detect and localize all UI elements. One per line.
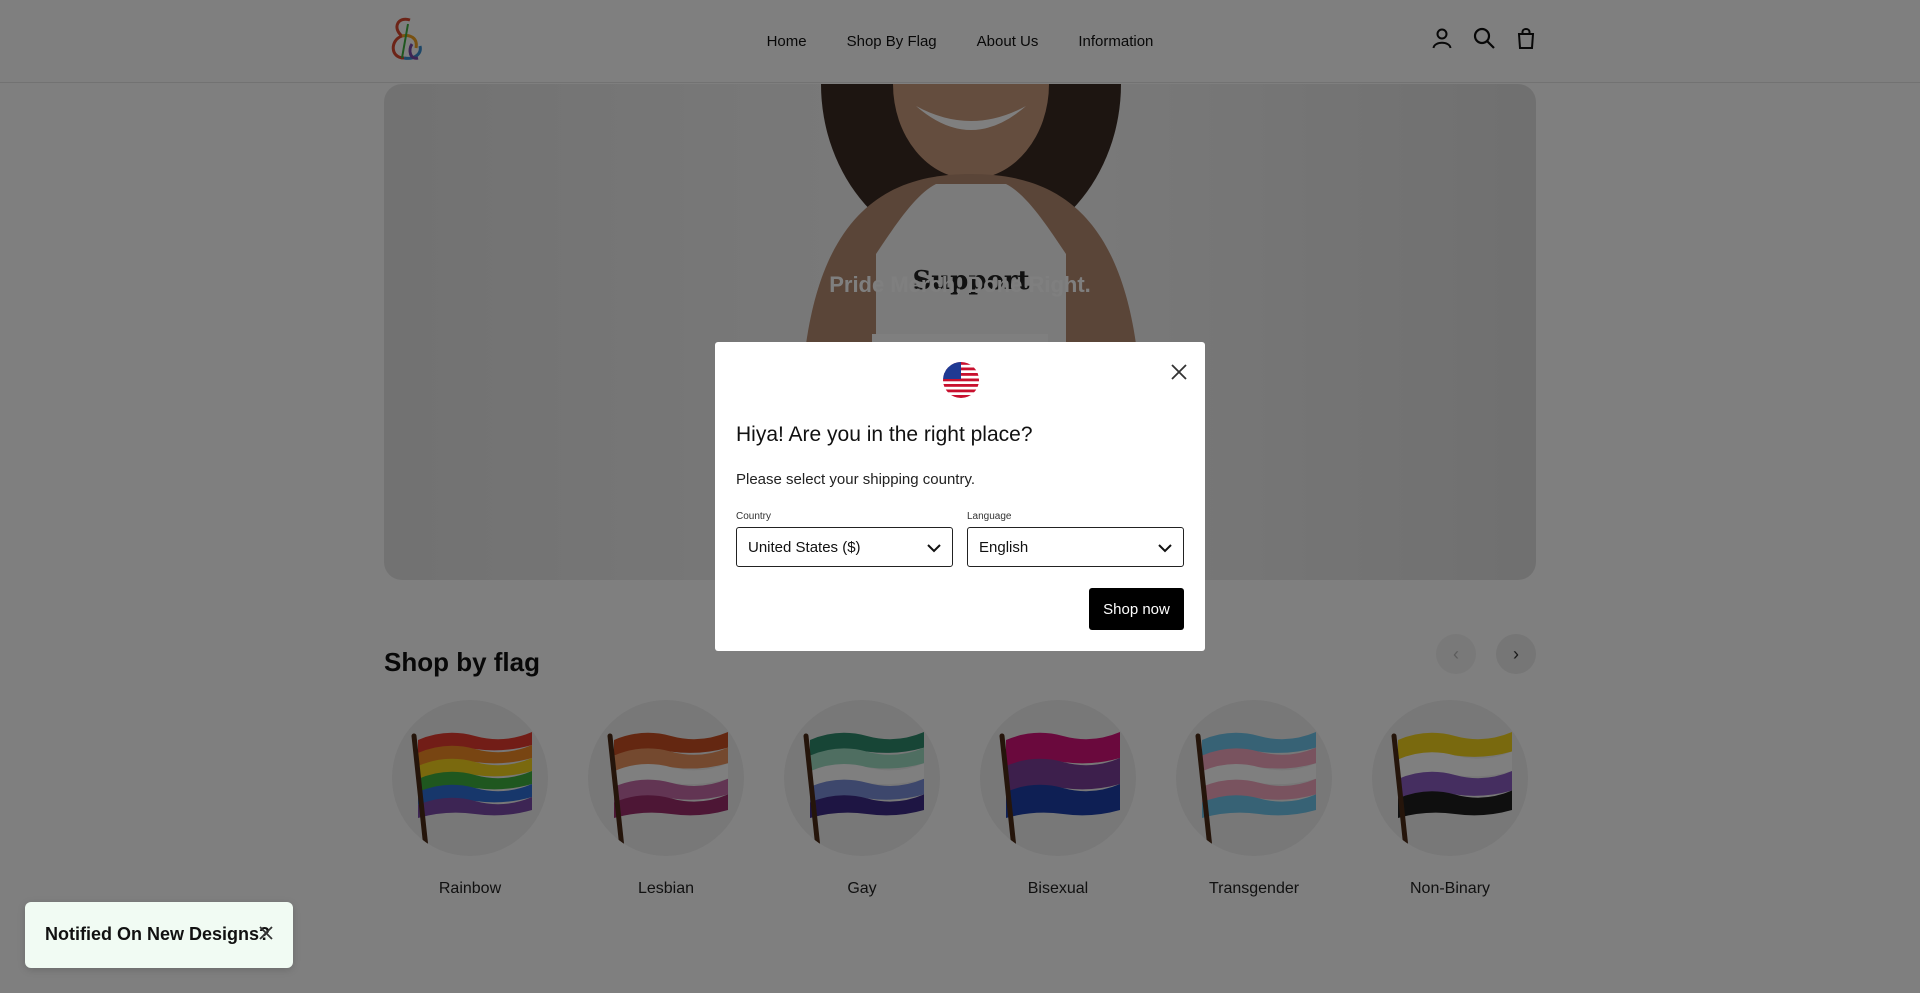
newsletter-popup[interactable]: Notified On New Designs? bbox=[25, 902, 293, 968]
chevron-down-icon bbox=[1158, 544, 1172, 553]
us-flag-icon bbox=[943, 362, 979, 398]
newsletter-text: Notified On New Designs? bbox=[45, 924, 271, 944]
country-selector-modal: Hiya! Are you in the right place? Please… bbox=[715, 342, 1205, 651]
country-label: Country bbox=[736, 511, 772, 522]
close-icon[interactable] bbox=[1167, 360, 1191, 384]
chevron-down-icon bbox=[927, 544, 941, 553]
modal-subtitle: Please select your shipping country. bbox=[736, 471, 976, 488]
country-value: United States ($) bbox=[748, 539, 861, 556]
close-icon[interactable] bbox=[257, 924, 275, 942]
shop-now-button[interactable]: Shop now bbox=[1089, 588, 1184, 630]
country-select[interactable]: United States ($) bbox=[736, 527, 953, 567]
modal-title: Hiya! Are you in the right place? bbox=[736, 423, 1033, 446]
language-value: English bbox=[979, 539, 1029, 556]
language-label: Language bbox=[967, 511, 1012, 522]
language-select[interactable]: English bbox=[967, 527, 1184, 567]
